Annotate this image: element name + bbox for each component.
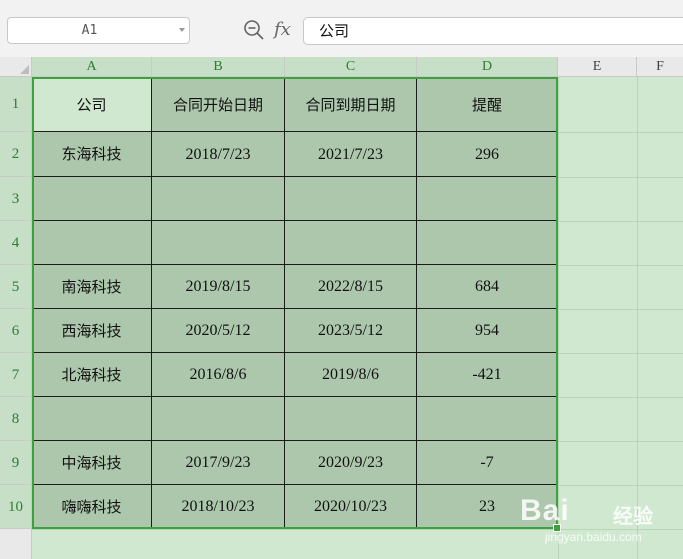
- name-box-value[interactable]: A1: [8, 18, 171, 43]
- cell-a7[interactable]: 北海科技: [32, 353, 152, 397]
- watermark-brand-cn: 经验: [613, 504, 653, 528]
- cell-c3[interactable]: [285, 177, 417, 221]
- cell-d10[interactable]: 23: [417, 485, 558, 529]
- formula-bar: A1 fx 公司: [0, 0, 683, 58]
- header-cell-d[interactable]: 提醒: [417, 77, 558, 132]
- row-header-8[interactable]: 8: [0, 397, 32, 441]
- formula-input[interactable]: 公司: [303, 17, 683, 45]
- cell-c8[interactable]: [285, 397, 417, 441]
- cell-b8[interactable]: [152, 397, 285, 441]
- cell-a10[interactable]: 嗨嗨科技: [32, 485, 152, 529]
- cell-a5[interactable]: 南海科技: [32, 265, 152, 309]
- cell-b6[interactable]: 2020/5/12: [152, 309, 285, 353]
- cell-d8[interactable]: [417, 397, 558, 441]
- select-all-corner[interactable]: [0, 57, 32, 77]
- cell-c5[interactable]: 2022/8/15: [285, 265, 417, 309]
- row-header-3[interactable]: 3: [0, 177, 32, 221]
- cell-a9[interactable]: 中海科技: [32, 441, 152, 485]
- cell-b3[interactable]: [152, 177, 285, 221]
- cell-a2[interactable]: 东海科技: [32, 132, 152, 177]
- header-cell-c[interactable]: 合同到期日期: [285, 77, 417, 132]
- cell-c6[interactable]: 2023/5/12: [285, 309, 417, 353]
- gridline: [637, 77, 638, 559]
- row-header-10[interactable]: 10: [0, 485, 32, 529]
- row-header-9[interactable]: 9: [0, 441, 32, 485]
- header-cell-b[interactable]: 合同开始日期: [152, 77, 285, 132]
- fx-icon[interactable]: fx: [274, 19, 291, 41]
- cell-d5[interactable]: 684: [417, 265, 558, 309]
- gridline: [558, 77, 559, 559]
- column-header-c[interactable]: C: [285, 57, 417, 77]
- cell-c7[interactable]: 2019/8/6: [285, 353, 417, 397]
- formula-input-value[interactable]: 公司: [319, 18, 349, 44]
- chevron-down-icon[interactable]: [179, 28, 185, 32]
- select-all-icon: [20, 65, 29, 74]
- cell-d3[interactable]: [417, 177, 558, 221]
- gridline: [32, 529, 683, 530]
- column-header-a[interactable]: A: [32, 57, 152, 77]
- row-header-4[interactable]: 4: [0, 221, 32, 265]
- cell-c9[interactable]: 2020/9/23: [285, 441, 417, 485]
- cell-a8[interactable]: [32, 397, 152, 441]
- cell-b7[interactable]: 2016/8/6: [152, 353, 285, 397]
- cell-a4[interactable]: [32, 221, 152, 265]
- cell-c10[interactable]: 2020/10/23: [285, 485, 417, 529]
- watermark-url: jingyan.baidu.com: [545, 530, 642, 544]
- row-header-7[interactable]: 7: [0, 353, 32, 397]
- cell-b10[interactable]: 2018/10/23: [152, 485, 285, 529]
- row-header-6[interactable]: 6: [0, 309, 32, 353]
- column-header-d[interactable]: D: [417, 57, 558, 77]
- cell-d9[interactable]: -7: [417, 441, 558, 485]
- cell-b4[interactable]: [152, 221, 285, 265]
- cell-a3[interactable]: [32, 177, 152, 221]
- cell-a6[interactable]: 西海科技: [32, 309, 152, 353]
- cell-c4[interactable]: [285, 221, 417, 265]
- column-header-f[interactable]: F: [637, 57, 683, 77]
- column-header-b[interactable]: B: [152, 57, 285, 77]
- cell-d7[interactable]: -421: [417, 353, 558, 397]
- column-header-e[interactable]: E: [558, 57, 637, 77]
- row-header-5[interactable]: 5: [0, 265, 32, 309]
- row-header-11[interactable]: [0, 529, 32, 559]
- cell-d6[interactable]: 954: [417, 309, 558, 353]
- cell-c2[interactable]: 2021/7/23: [285, 132, 417, 177]
- cell-b5[interactable]: 2019/8/15: [152, 265, 285, 309]
- cell-b2[interactable]: 2018/7/23: [152, 132, 285, 177]
- cell-d4[interactable]: [417, 221, 558, 265]
- cell-b9[interactable]: 2017/9/23: [152, 441, 285, 485]
- row-header-2[interactable]: 2: [0, 132, 32, 177]
- header-cell-a[interactable]: 公司: [32, 77, 152, 132]
- cell-d2[interactable]: 296: [417, 132, 558, 177]
- name-box[interactable]: A1: [7, 17, 190, 44]
- row-header-1[interactable]: 1: [0, 77, 32, 132]
- zoom-out-icon[interactable]: [243, 19, 265, 41]
- fill-handle[interactable]: [553, 524, 561, 532]
